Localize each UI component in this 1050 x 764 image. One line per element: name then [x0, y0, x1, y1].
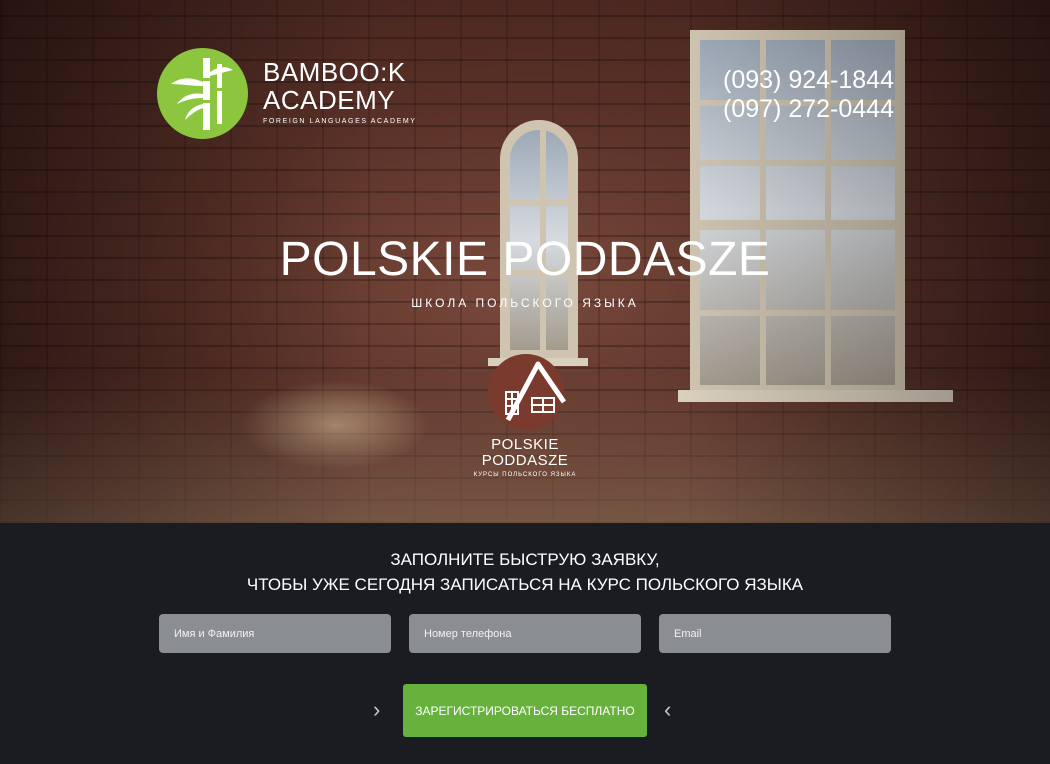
hero-title: POLSKIE PODDASZE — [279, 233, 771, 286]
email-input[interactable] — [659, 614, 891, 653]
phone-input[interactable] — [409, 614, 641, 653]
register-button[interactable]: ЗАРЕГИСТРИРОВАТЬСЯ БЕСПЛАТНО — [403, 684, 647, 737]
phone-numbers: (093) 924-1844 (097) 272-0444 — [723, 66, 894, 124]
brand-name-line2: ACADEMY — [263, 85, 396, 115]
hero-subtitle: ШКОЛА ПОЛЬСКОГО ЯЗЫКА — [411, 296, 639, 310]
chevron-left-icon: ‹ — [664, 697, 672, 722]
landing-page: BAMBOO:K ACADEMY FOREIGN LANGUAGES ACADE… — [0, 0, 1050, 764]
brand-tagline: FOREIGN LANGUAGES ACADEMY — [263, 118, 417, 125]
phone-link-2[interactable]: (097) 272-0444 — [723, 95, 894, 124]
bamboo-logo-icon — [157, 48, 248, 139]
emblem-name-line2: PODDASZE — [481, 452, 569, 469]
house-emblem-icon — [486, 352, 567, 432]
hero-section: BAMBOO:K ACADEMY FOREIGN LANGUAGES ACADE… — [0, 0, 1050, 523]
chevron-right-icon: › — [373, 697, 381, 722]
form-heading-line2: ЧТОБЫ УЖЕ СЕГОДНЯ ЗАПИСАТЬСЯ НА КУРС ПОЛ… — [246, 575, 804, 594]
brand-name-line1: BAMBOO:K — [263, 57, 406, 87]
phone-link-1[interactable]: (093) 924-1844 — [723, 66, 894, 95]
emblem-tagline: КУРСЫ ПОЛЬСКОГО ЯЗЫКА — [473, 472, 577, 478]
form-heading: ЗАПОЛНИТЕ БЫСТРУЮ ЗАЯВКУ, ЧТОБЫ УЖЕ СЕГО… — [0, 547, 1050, 597]
name-input[interactable] — [159, 614, 391, 653]
emblem-name-line1: POLSKIE — [491, 436, 559, 453]
form-heading-line1: ЗАПОЛНИТЕ БЫСТРУЮ ЗАЯВКУ, — [390, 550, 660, 569]
academy-logo[interactable]: BAMBOO:K ACADEMY FOREIGN LANGUAGES ACADE… — [157, 48, 417, 143]
signup-form-section: ЗАПОЛНИТЕ БЫСТРУЮ ЗАЯВКУ, ЧТОБЫ УЖЕ СЕГО… — [0, 523, 1050, 764]
